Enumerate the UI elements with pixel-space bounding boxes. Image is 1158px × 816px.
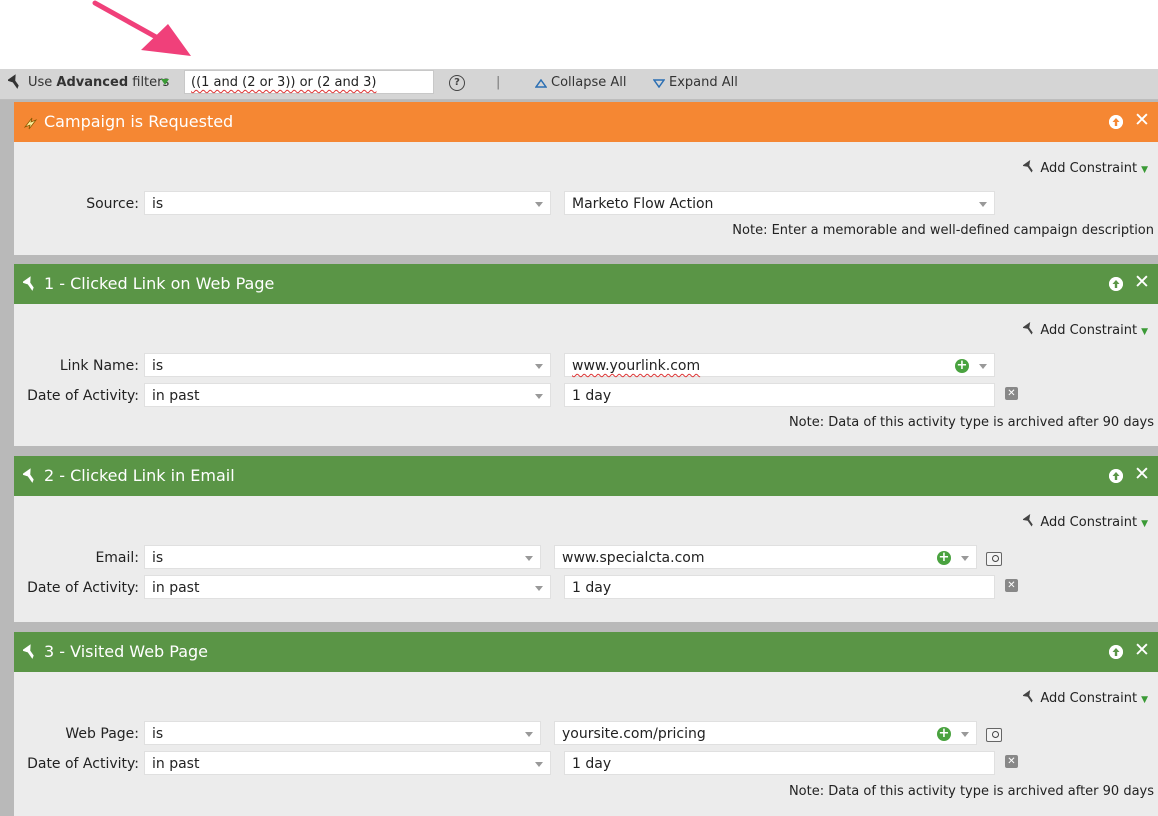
add-constraint-button[interactable]: Add Constraint ▼ (1023, 160, 1148, 176)
operator-select[interactable]: in past (144, 751, 551, 775)
chevron-down-icon (535, 394, 543, 399)
chevron-down-icon[interactable] (161, 78, 169, 86)
chevron-down-icon (535, 202, 543, 207)
chevron-down-icon (525, 556, 533, 561)
constraint-label: Date of Activity: (27, 580, 139, 596)
chevron-down-icon (535, 364, 543, 369)
constraint-label: Email: (95, 550, 139, 566)
operator-select[interactable]: is (144, 191, 551, 215)
constraint-label: Date of Activity: (27, 756, 139, 772)
annotation-arrow-icon (92, 0, 191, 56)
operator-select[interactable]: in past (144, 575, 551, 599)
close-icon[interactable]: ✕ (1134, 639, 1150, 661)
panel-note: Note: Data of this activity type is arch… (788, 415, 1154, 430)
panel-note: Note: Data of this activity type is arch… (788, 784, 1154, 799)
filter-funnel-icon (1023, 690, 1034, 703)
filter-funnel-icon (8, 74, 19, 89)
chevron-down-icon (535, 762, 543, 767)
filter-funnel-icon (23, 468, 34, 483)
operator-select[interactable]: is (144, 545, 541, 569)
panel-title: Campaign is Requested (44, 112, 234, 131)
operator-select[interactable]: is (144, 353, 551, 377)
move-up-icon[interactable] (1109, 469, 1123, 483)
constraint-label: Source: (86, 196, 139, 212)
panel-note: Note: Enter a memorable and well-defined… (732, 223, 1154, 238)
smart-list-canvas: Use Advanced filters ((1 and (2 or 3)) o… (0, 69, 1158, 816)
add-value-icon[interactable]: + (937, 551, 951, 565)
collapse-triangle-icon[interactable] (535, 79, 547, 88)
expand-all-button[interactable]: Expand All (669, 75, 738, 90)
panel-header[interactable]: 1 - Clicked Link on Web Page ✕ (14, 264, 1158, 304)
panel-title: 3 - Visited Web Page (44, 642, 209, 661)
link-name-input[interactable]: www.yourlink.com (564, 353, 995, 377)
remove-constraint-icon[interactable]: ✕ (1005, 579, 1018, 592)
toolbar-separator: | (496, 75, 501, 90)
email-input[interactable]: www.specialcta.com (554, 545, 977, 569)
filter-funnel-icon (23, 644, 34, 659)
constraint-label: Link Name: (59, 358, 139, 374)
web-page-input[interactable]: yoursite.com/pricing (554, 721, 977, 745)
move-up-icon[interactable] (1109, 645, 1123, 659)
panel-header[interactable]: 2 - Clicked Link in Email ✕ (14, 456, 1158, 496)
search-browse-icon[interactable] (986, 552, 1002, 566)
add-constraint-button[interactable]: Add Constraint ▼ (1023, 322, 1148, 338)
remove-constraint-icon[interactable]: ✕ (1005, 387, 1018, 400)
filter-toolbar: Use Advanced filters ((1 and (2 or 3)) o… (0, 69, 1158, 100)
add-value-icon[interactable]: + (937, 727, 951, 741)
filter-funnel-icon (1023, 514, 1034, 527)
lightning-bolt-icon (23, 117, 38, 130)
remove-constraint-icon[interactable]: ✕ (1005, 755, 1018, 768)
filter-funnel-icon (23, 276, 34, 291)
advanced-filters-menu[interactable]: Use Advanced filters (28, 75, 169, 90)
help-icon[interactable]: ? (449, 75, 465, 91)
trigger-panel-campaign-requested: Campaign is Requested ✕ Add Constraint ▼ … (14, 102, 1158, 255)
panel-header[interactable]: 3 - Visited Web Page ✕ (14, 632, 1158, 672)
search-browse-icon[interactable] (986, 728, 1002, 742)
chevron-down-icon (961, 732, 969, 737)
filter-funnel-icon (1023, 322, 1034, 335)
collapse-all-button[interactable]: Collapse All (551, 75, 627, 90)
panel-title: 1 - Clicked Link on Web Page (44, 274, 275, 293)
panel-header[interactable]: Campaign is Requested ✕ (14, 102, 1158, 142)
close-icon[interactable]: ✕ (1134, 463, 1150, 485)
filter-panel-clicked-link-email: 2 - Clicked Link in Email ✕ Add Constrai… (14, 456, 1158, 622)
filter-logic-input[interactable]: ((1 and (2 or 3)) or (2 and 3) (184, 70, 434, 94)
constraint-label: Web Page: (65, 726, 139, 742)
filter-panel-visited-web-page: 3 - Visited Web Page ✕ Add Constraint ▼ W… (14, 632, 1158, 816)
operator-select[interactable]: is (144, 721, 541, 745)
chevron-down-icon (525, 732, 533, 737)
filter-panel-clicked-link-web-page: 1 - Clicked Link on Web Page ✕ Add Const… (14, 264, 1158, 446)
chevron-down-icon (979, 202, 987, 207)
value-input[interactable]: 1 day (564, 751, 995, 775)
filter-funnel-icon (1023, 160, 1034, 173)
move-up-icon[interactable] (1109, 115, 1123, 129)
value-input[interactable]: 1 day (564, 575, 995, 599)
chevron-down-icon (535, 586, 543, 591)
panel-title: 2 - Clicked Link in Email (44, 466, 235, 485)
add-value-icon[interactable]: + (955, 359, 969, 373)
value-select[interactable]: Marketo Flow Action (564, 191, 995, 215)
close-icon[interactable]: ✕ (1134, 271, 1150, 293)
chevron-down-icon (961, 556, 969, 561)
add-constraint-button[interactable]: Add Constraint ▼ (1023, 690, 1148, 706)
move-up-icon[interactable] (1109, 277, 1123, 291)
close-icon[interactable]: ✕ (1134, 109, 1150, 131)
add-constraint-button[interactable]: Add Constraint ▼ (1023, 514, 1148, 530)
operator-select[interactable]: in past (144, 383, 551, 407)
value-input[interactable]: 1 day (564, 383, 995, 407)
constraint-label: Date of Activity: (27, 388, 139, 404)
expand-triangle-icon[interactable] (653, 79, 665, 88)
chevron-down-icon (979, 364, 987, 369)
